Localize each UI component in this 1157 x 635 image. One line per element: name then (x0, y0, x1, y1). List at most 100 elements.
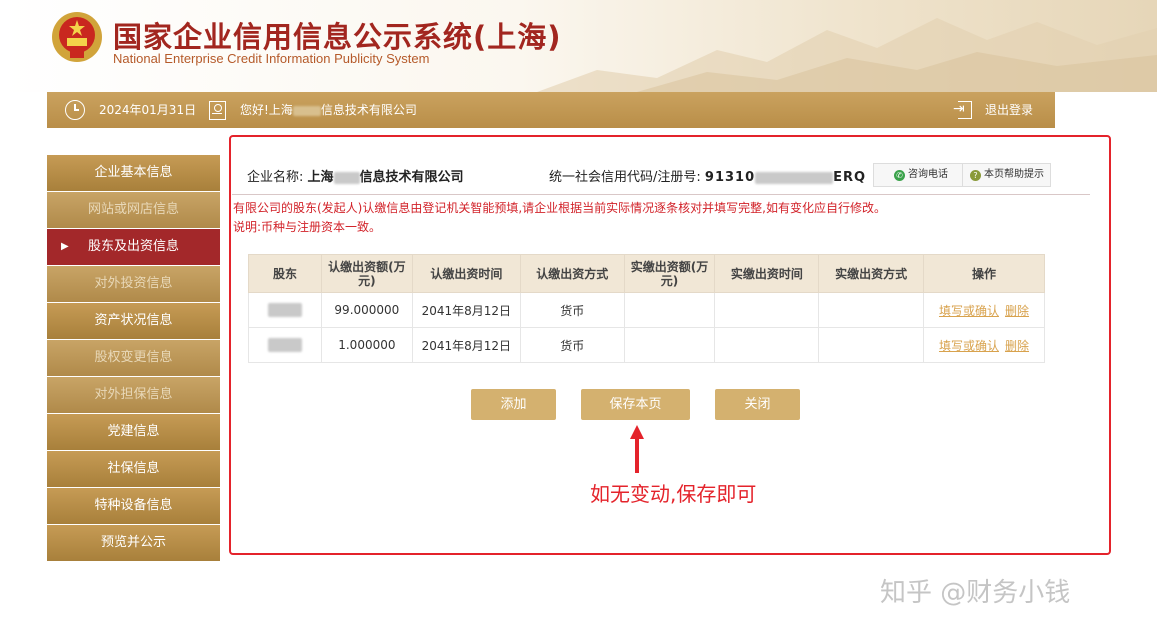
col-header-shareholder: 股东 (248, 254, 322, 293)
sidebar-item-label: 预览并公示 (100, 535, 166, 550)
shareholder-cell (248, 292, 322, 328)
sidebar-item-asset-info[interactable]: 资产状况信息 (47, 303, 220, 339)
national-emblem-icon (52, 12, 102, 62)
sidebar-item-label: 社保信息 (107, 461, 160, 476)
table-header-row: 股东 认缴出资额(万元) 认缴出资时间 认缴出资方式 实缴出资额(万元) 实缴出… (248, 254, 1045, 293)
paid-time-cell (714, 292, 820, 328)
sidebar-item-website-info[interactable]: 网站或网店信息 (47, 192, 220, 228)
redacted-name (292, 105, 321, 116)
delete-link[interactable]: 删除 (1005, 304, 1029, 318)
redacted-shareholder (267, 338, 302, 353)
arrow-right-icon: ⇥ (953, 101, 965, 117)
delete-link[interactable]: 删除 (1005, 339, 1029, 353)
fill-confirm-link[interactable]: 填写或确认 (939, 339, 999, 353)
sidebar-item-equity-change[interactable]: 股权变更信息 (47, 340, 220, 376)
status-bar: 2024年01月31日 您好!上海 信息技术有限公司 ⇥ 退出登录 (47, 92, 1055, 128)
paid-amount-cell (623, 292, 716, 328)
consult-phone-label: 咨询电话 (908, 169, 948, 180)
greeting-suffix: 信息技术有限公司 (320, 103, 417, 117)
sidebar-item-shareholder-info[interactable]: ▶ 股东及出资信息 (47, 229, 220, 265)
credit-code-suffix: ERQ (833, 170, 867, 185)
company-name-suffix: 信息技术有限公司 (359, 170, 464, 185)
subscribed-amount-cell: 99.000000 (320, 292, 413, 328)
paid-method-cell (818, 327, 924, 363)
logout-link[interactable]: 退出登录 (985, 92, 1033, 128)
divider (232, 194, 1090, 195)
site-title: 国家企业信用信息公示系统(上海) (113, 20, 562, 54)
col-header-subscribed-amount: 认缴出资额(万元) (320, 254, 413, 293)
phone-icon: ✆ (894, 170, 905, 181)
redacted-shareholder (267, 303, 302, 318)
mountain-background (537, 18, 1157, 92)
sidebar-item-special-equipment[interactable]: 特种设备信息 (47, 488, 220, 524)
sidebar-item-party-info[interactable]: 党建信息 (47, 414, 220, 450)
sidebar-item-label: 特种设备信息 (94, 498, 173, 513)
notice-currency: 说明:币种与注册资本一致。 (233, 220, 382, 234)
col-header-paid-amount: 实缴出资额(万元) (623, 254, 716, 293)
col-header-actions: 操作 (923, 254, 1045, 293)
fill-confirm-link[interactable]: 填写或确认 (939, 304, 999, 318)
user-icon (209, 101, 226, 120)
notice-prefill: 有限公司的股东(发起人)认缴信息由登记机关智能预填,请企业根据当前实际情况逐条核… (233, 201, 886, 215)
col-header-paid-method: 实缴出资方式 (818, 254, 924, 293)
sidebar-item-label: 资产状况信息 (94, 313, 173, 328)
redacted-credit-code (755, 171, 834, 184)
subscribed-method-cell: 货币 (519, 327, 625, 363)
sidebar-item-social-security[interactable]: 社保信息 (47, 451, 220, 487)
subscribed-amount-cell: 1.000000 (320, 327, 413, 363)
close-button[interactable]: 关闭 (715, 389, 800, 420)
sidebar-item-label: 股东及出资信息 (87, 239, 179, 254)
sidebar-item-label: 对外投资信息 (94, 276, 173, 291)
sidebar-item-label: 对外担保信息 (94, 387, 173, 402)
credit-code-label: 统一社会信用代码/注册号: (549, 170, 701, 185)
paid-time-cell (714, 327, 820, 363)
credit-code-line: 统一社会信用代码/注册号: 91310 ERQ (549, 166, 866, 185)
sidebar-item-label: 网站或网店信息 (87, 202, 179, 217)
sidebar-item-label: 股权变更信息 (94, 350, 173, 365)
subscribed-method-cell: 货币 (519, 292, 625, 328)
sidebar-item-label: 党建信息 (107, 424, 160, 439)
annotation-text: 如无变动,保存即可 (590, 482, 757, 506)
company-name-prefix: 上海 (307, 170, 334, 185)
shareholder-cell (248, 327, 322, 363)
page-help-label: 本页帮助提示 (984, 169, 1044, 180)
actions-cell: 填写或确认 删除 (923, 292, 1045, 328)
up-arrow-annotation (630, 425, 644, 473)
col-header-subscribed-time: 认缴出资时间 (411, 254, 521, 293)
sidebar-item-preview-publish[interactable]: 预览并公示 (47, 525, 220, 561)
subscribed-time-cell: 2041年8月12日 (411, 292, 521, 328)
greeting-prefix: 您好!上海 (240, 103, 293, 117)
paid-amount-cell (623, 327, 716, 363)
sidebar-item-guarantee-info[interactable]: 对外担保信息 (47, 377, 220, 413)
sidebar-item-basic-info[interactable]: 企业基本信息 (47, 155, 220, 191)
current-date: 2024年01月31日 (99, 103, 197, 117)
sidebar-item-label: 企业基本信息 (94, 165, 173, 180)
table-row: 99.000000 2041年8月12日 货币 填写或确认 删除 (248, 292, 1045, 328)
redacted-company (333, 171, 360, 184)
col-header-subscribed-method: 认缴出资方式 (519, 254, 625, 293)
active-arrow-icon: ▶ (61, 241, 69, 252)
shareholder-table: 股东 认缴出资额(万元) 认缴出资时间 认缴出资方式 实缴出资额(万元) 实缴出… (248, 254, 1045, 363)
sidebar-item-investment-info[interactable]: 对外投资信息 (47, 266, 220, 302)
add-button[interactable]: 添加 (471, 389, 556, 420)
consult-phone-button[interactable]: ✆ 咨询电话 (894, 164, 948, 186)
watermark: 知乎 @财务小钱 (880, 578, 1071, 608)
help-icon: ? (970, 170, 981, 181)
sidebar-nav: 企业基本信息 网站或网店信息 ▶ 股东及出资信息 对外投资信息 资产状况信息 股权… (47, 155, 220, 562)
clock-icon (65, 100, 85, 120)
actions-cell: 填写或确认 删除 (923, 327, 1045, 363)
site-subtitle: National Enterprise Credit Information P… (113, 51, 430, 66)
credit-code-prefix: 91310 (704, 170, 756, 185)
button-divider (962, 164, 963, 186)
helper-button-group: ✆ 咨询电话 ? 本页帮助提示 (873, 163, 1051, 187)
save-page-button[interactable]: 保存本页 (581, 389, 690, 420)
paid-method-cell (818, 292, 924, 328)
company-name-line: 企业名称: 上海 信息技术有限公司 (247, 166, 464, 185)
company-name-label: 企业名称: (247, 170, 304, 185)
col-header-paid-time: 实缴出资时间 (714, 254, 820, 293)
greeting: 您好!上海 信息技术有限公司 (240, 92, 417, 128)
subscribed-time-cell: 2041年8月12日 (411, 327, 521, 363)
page-help-button[interactable]: ? 本页帮助提示 (970, 164, 1044, 186)
table-row: 1.000000 2041年8月12日 货币 填写或确认 删除 (248, 327, 1045, 363)
site-header: 国家企业信用信息公示系统(上海) National Enterprise Cre… (0, 0, 1157, 92)
